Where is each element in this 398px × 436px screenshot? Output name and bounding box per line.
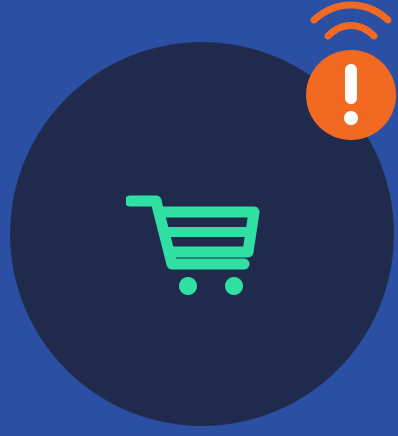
status-badge: [306, 50, 396, 140]
shopping-cart-icon: [126, 195, 260, 295]
alert-exclamation-icon: [344, 64, 358, 125]
wifi-signal-icon: [310, 1, 392, 40]
